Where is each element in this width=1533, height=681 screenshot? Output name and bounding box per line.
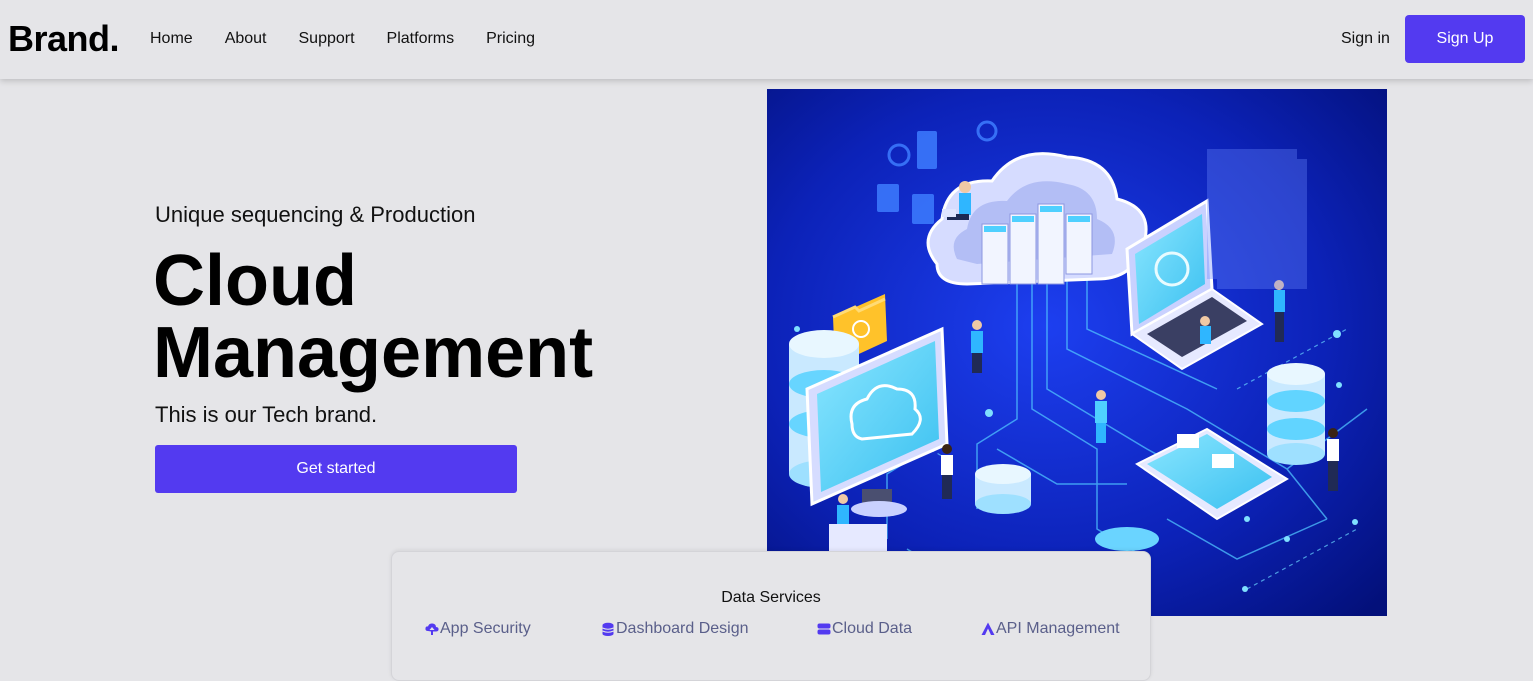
services-title: Data Services	[721, 589, 821, 606]
service-app-security[interactable]: App Security	[425, 620, 531, 638]
nav-link-about[interactable]: About	[225, 30, 267, 48]
ghost-screens	[1207, 149, 1307, 289]
service-label: Dashboard Design	[616, 620, 749, 637]
nav-links: Home About Support Platforms Pricing	[150, 30, 567, 48]
cloud-upload-icon	[425, 622, 439, 636]
service-label: API Management	[996, 620, 1120, 637]
data-services-card: Data Services App Security Dashboard Des…	[391, 551, 1151, 681]
nav-link-pricing[interactable]: Pricing	[486, 30, 535, 48]
service-label: App Security	[440, 620, 531, 637]
hero-subtitle: Unique sequencing & Production	[155, 202, 476, 227]
get-started-button[interactable]: Get started	[155, 445, 517, 493]
service-api-management[interactable]: API Management	[981, 620, 1120, 638]
cloud-network-illustration	[767, 89, 1387, 616]
signup-button[interactable]: Sign Up	[1405, 15, 1525, 63]
brand-logo[interactable]: Brand.	[8, 18, 120, 60]
triangle-logo-icon	[981, 622, 995, 636]
server-icon	[817, 622, 831, 636]
hero-title-line1: Cloud	[153, 241, 357, 321]
signin-link[interactable]: Sign in	[1341, 30, 1390, 48]
database-right	[1267, 363, 1325, 465]
service-cloud-data[interactable]: Cloud Data	[817, 620, 912, 638]
illustration-svg	[767, 89, 1387, 616]
service-dashboard-design[interactable]: Dashboard Design	[601, 620, 749, 638]
database-icon	[601, 622, 615, 636]
hero-title: Cloud Management	[153, 245, 713, 389]
navbar: Brand. Home About Support Platforms Pric…	[0, 0, 1533, 79]
nav-link-support[interactable]: Support	[299, 30, 355, 48]
hero-title-line2: Management	[153, 313, 594, 393]
hero-description: This is our Tech brand.	[155, 402, 378, 427]
nav-link-home[interactable]: Home	[150, 30, 193, 48]
service-label: Cloud Data	[832, 620, 913, 637]
nav-link-platforms[interactable]: Platforms	[387, 30, 455, 48]
